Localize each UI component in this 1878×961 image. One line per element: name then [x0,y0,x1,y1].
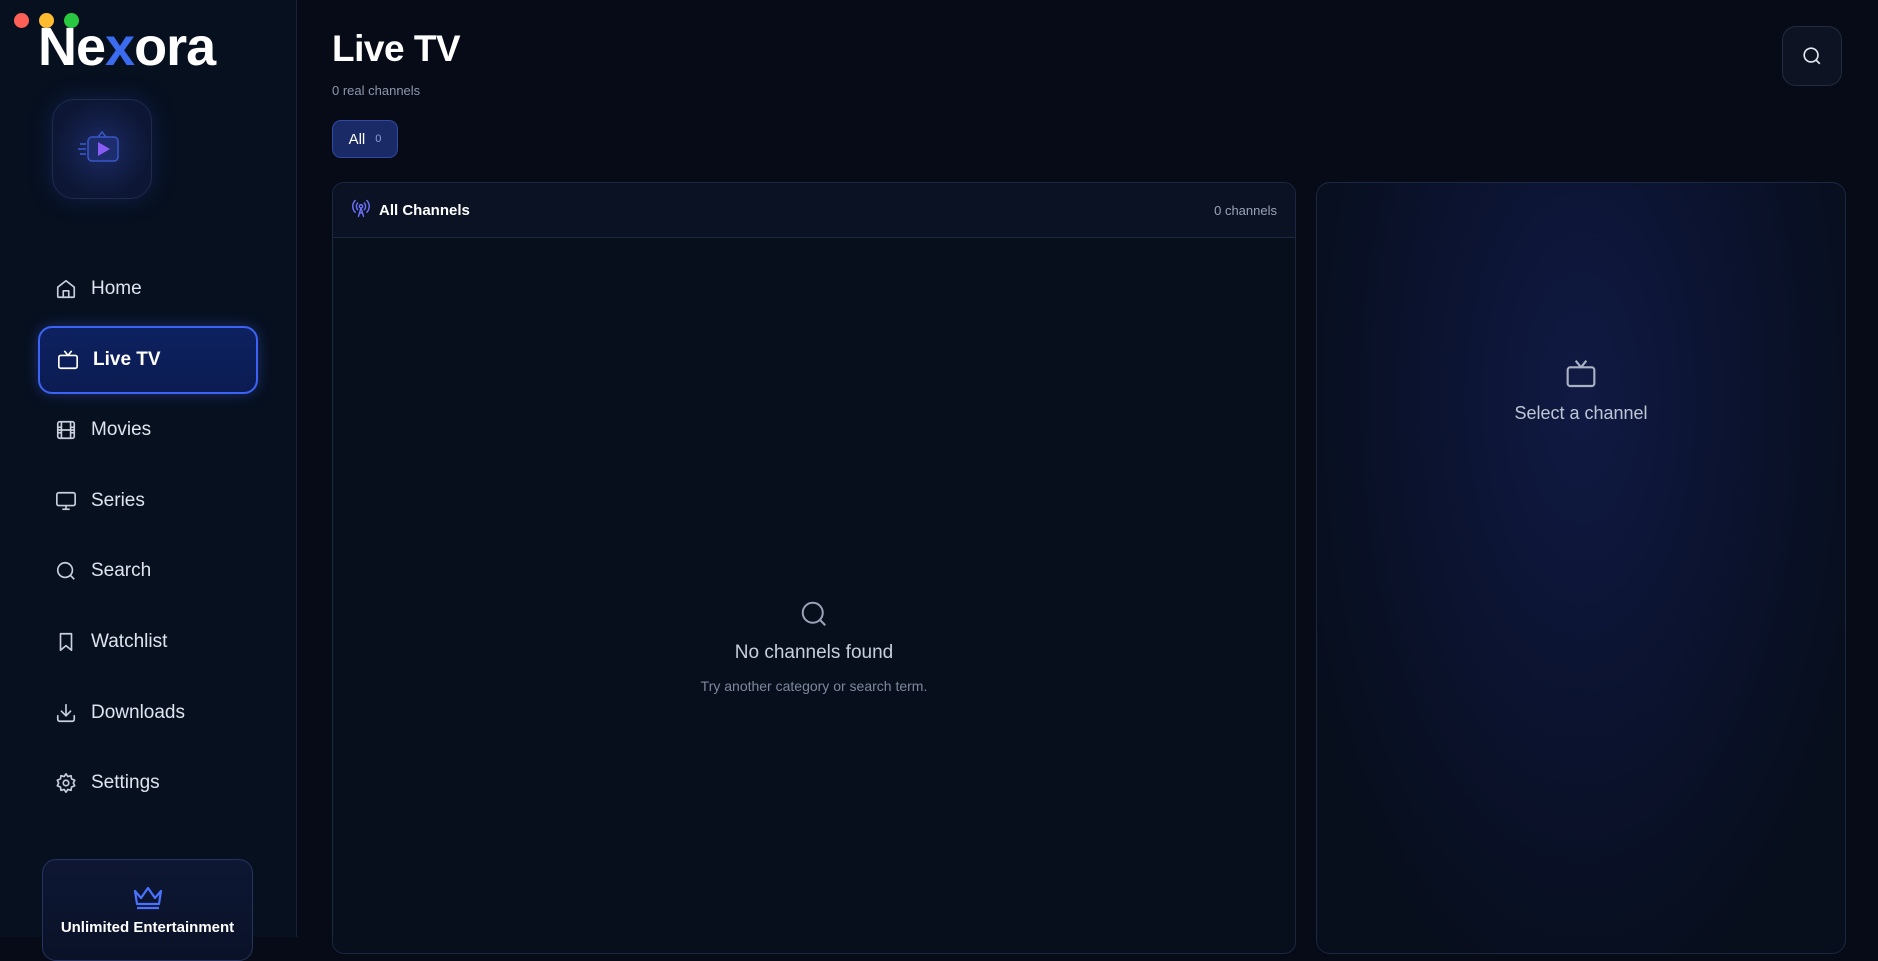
sidebar-item-movies[interactable]: Movies [38,396,258,464]
tv-icon [1566,360,1596,388]
search-icon [54,559,78,583]
tv-icon [56,348,80,372]
sidebar-item-label: Movies [91,419,152,441]
sidebar-nav: Home Live TV Movies Series Search Watchl… [38,255,258,820]
zoom-window-button[interactable] [64,13,79,28]
channel-count-subtitle: 0 real channels [332,83,421,98]
crown-icon [43,884,252,915]
close-window-button[interactable] [14,13,29,28]
sidebar-item-home[interactable]: Home [38,255,258,323]
sidebar-item-label: Series [91,489,145,511]
promo-title: Unlimited Entertainment [60,919,235,936]
monitor-icon [54,489,78,513]
app-tv-icon [52,99,152,199]
preview-placeholder-text: Select a channel [1514,403,1648,423]
channels-panel-title: All Channels [379,201,470,219]
sidebar: Nexora Home Live TV Movies Series Search… [0,0,297,961]
sidebar-item-watchlist[interactable]: Watchlist [38,608,258,676]
broadcast-icon [351,198,371,223]
home-icon [54,277,78,301]
search-icon [801,601,826,626]
download-icon [54,701,78,725]
search-button[interactable] [1782,26,1842,86]
empty-state: No channels found Try another category o… [333,599,1295,694]
page-title: Live TV [332,28,461,69]
sidebar-item-settings[interactable]: Settings [38,749,258,817]
tv-play-icon [78,130,119,162]
sidebar-item-live-tv[interactable]: Live TV [38,325,258,394]
promo-card[interactable]: Unlimited Entertainment [42,859,253,961]
sidebar-item-label: Live TV [93,348,161,370]
chip-label: All [348,130,366,148]
sidebar-item-search[interactable]: Search [38,537,258,605]
app-logo: Nexora [38,17,216,77]
sidebar-item-label: Settings [91,772,160,794]
sidebar-item-downloads[interactable]: Downloads [38,679,258,747]
category-chip-all[interactable]: All 0 [332,120,398,158]
sidebar-item-label: Watchlist [91,630,168,652]
sidebar-item-label: Downloads [91,701,185,723]
channels-count: 0 channels [1214,202,1277,218]
bookmark-icon [54,630,78,654]
sidebar-item-label: Search [91,560,152,582]
chip-count: 0 [375,133,382,145]
empty-state-hint: Try another category or search term. [700,678,928,694]
gear-icon [54,771,78,795]
empty-state-title: No channels found [734,642,894,663]
channel-preview-panel: Select a channel [1316,182,1846,954]
preview-placeholder: Select a channel [1317,358,1845,424]
minimize-window-button[interactable] [39,13,54,28]
channels-panel-header: All Channels 0 channels [333,183,1295,238]
channels-panel: All Channels 0 channels No channels foun… [332,182,1296,954]
sidebar-item-series[interactable]: Series [38,467,258,535]
film-icon [54,418,78,442]
window-controls [14,13,79,28]
sidebar-item-label: Home [91,278,142,299]
search-icon [1803,47,1821,65]
